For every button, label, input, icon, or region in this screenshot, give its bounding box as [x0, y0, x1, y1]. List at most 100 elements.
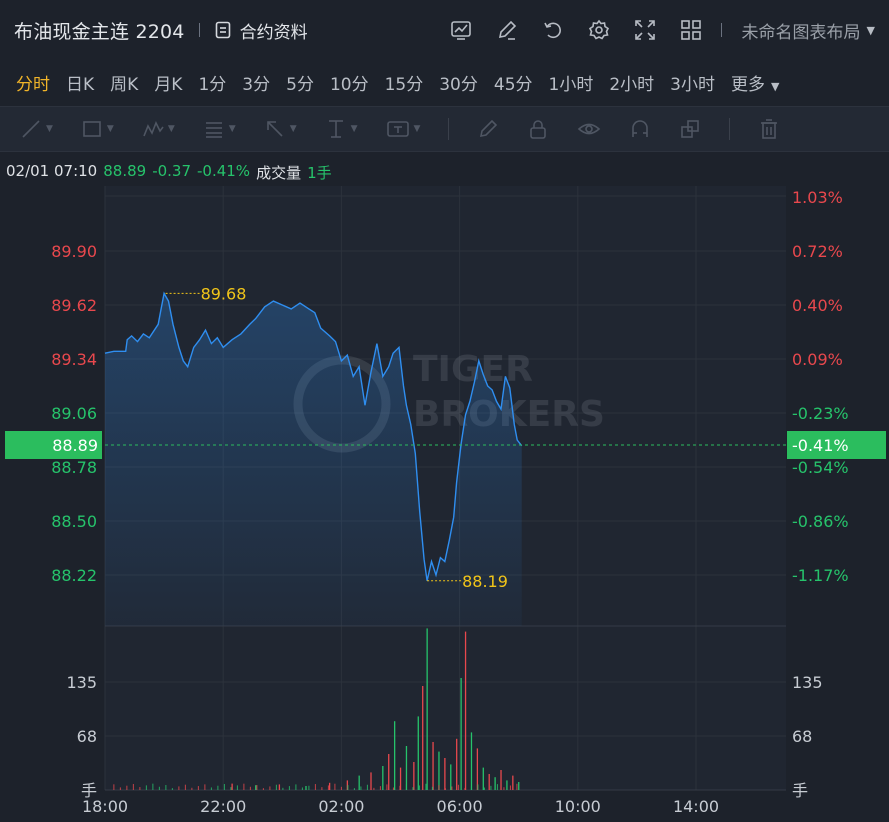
trash-icon [761, 119, 778, 139]
timeframe-tab-6[interactable]: 5分 [286, 70, 314, 95]
volume-bar [255, 785, 257, 790]
timeframe-tab-5[interactable]: 3分 [242, 70, 270, 95]
timeframe-label: 45分 [493, 74, 533, 95]
rectangle-tool[interactable]: ▼ [81, 118, 114, 140]
timeframe-tab-2[interactable]: 周K [110, 70, 138, 95]
text-tool[interactable]: ▼ [386, 118, 420, 140]
watermark-text: TIGER [413, 349, 533, 390]
volume-bar [321, 787, 323, 790]
fullscreen-button[interactable] [633, 18, 657, 42]
copy-icon [681, 120, 700, 138]
timeframe-label: 周K [110, 74, 139, 95]
timeframe-tab-7[interactable]: 10分 [330, 70, 369, 95]
current-pct-badge-text: -0.41% [792, 436, 849, 455]
document-icon [215, 21, 230, 39]
line-tool[interactable]: ▼ [20, 118, 53, 140]
volume-bar [470, 786, 472, 790]
volume-bar [139, 787, 141, 790]
volume-left-tick: 68 [77, 727, 97, 746]
timeframe-label: 15分 [384, 74, 424, 95]
brush-tool[interactable] [477, 118, 499, 140]
y-right-tick: -0.86% [792, 512, 849, 531]
volume-bar [444, 788, 446, 790]
caret-down-icon: ▼ [771, 79, 780, 93]
timeframe-label: 2小时 [609, 74, 655, 95]
volume-bar [119, 787, 121, 790]
timeframe-tab-4[interactable]: 1分 [198, 70, 226, 95]
volume-bar [512, 775, 514, 790]
contract-info-button[interactable]: 合约资料 [214, 18, 308, 43]
volume-bar [217, 785, 219, 790]
eye-icon [578, 123, 601, 135]
clone-tool[interactable] [679, 118, 701, 140]
pattern-tool[interactable]: ▼ [142, 118, 175, 140]
contract-info-label: 合约资料 [239, 22, 308, 43]
y-left-tick: 88.78 [51, 458, 97, 477]
quote-price: 88.89 [103, 162, 147, 180]
volume-bar [388, 754, 390, 790]
magnet-tool[interactable] [629, 118, 651, 140]
draw-button[interactable] [495, 18, 519, 42]
volume-bar [426, 628, 428, 790]
timeframe-tab-13[interactable]: 3小时 [670, 70, 715, 95]
layout-dropdown[interactable]: 未命名图表布局 ▼ [742, 18, 875, 43]
volume-bar [506, 780, 508, 790]
volume-bar [334, 783, 336, 790]
volume-bar [165, 785, 167, 790]
x-axis-tick: 18:00 [82, 797, 128, 816]
volume-bar [450, 764, 452, 790]
settings-button[interactable] [587, 18, 611, 42]
quote-change: -0.37 [152, 162, 191, 180]
reset-button[interactable] [541, 18, 565, 42]
grid-layout-button[interactable] [679, 18, 703, 42]
brush-icon [480, 119, 498, 138]
volume-bar [269, 786, 271, 790]
volume-bar [308, 785, 310, 790]
timeframe-tab-0[interactable]: 分时 [16, 70, 50, 95]
timeframe-label: 更多 [731, 74, 765, 95]
delete-tool[interactable] [758, 118, 780, 140]
magnet-icon [632, 120, 649, 137]
timeframe-label: 1分 [198, 74, 227, 95]
timeframe-tab-1[interactable]: 日K [66, 70, 94, 95]
timeframe-bar: 分时 日K 周K 月K 1分 3分 5分 10分 15分 30分 45分 1小时 2小时 3小时 更多 ▼ [0, 62, 795, 102]
low-marker-label: 88.19 [462, 572, 508, 591]
quote-datetime: 02/01 07:10 [6, 162, 98, 180]
volume-bar [516, 783, 518, 790]
visibility-tool[interactable] [577, 118, 601, 140]
intraday-chart[interactable]: TIGERBROKERS89.6888.1989.9089.6289.3489.… [0, 186, 889, 822]
volume-bar [282, 787, 284, 790]
volume-bar [476, 748, 479, 790]
volume-bar [230, 787, 232, 790]
timeframe-tab-3[interactable]: 月K [154, 70, 182, 95]
timeframe-tab-12[interactable]: 2小时 [609, 70, 654, 95]
volume-right-tick: 68 [792, 727, 812, 746]
timeframe-tab-14[interactable]: 更多 ▼ [731, 70, 779, 95]
fib-tool[interactable]: ▼ [203, 118, 236, 140]
volume-bar [503, 787, 505, 790]
timeframe-tab-10[interactable]: 45分 [494, 70, 533, 95]
timeframe-tab-9[interactable]: 30分 [439, 70, 478, 95]
timeframe-tab-11[interactable]: 1小时 [549, 70, 594, 95]
volume-bar [327, 785, 329, 790]
volume-bar [152, 783, 154, 790]
volume-bar [328, 782, 331, 790]
volume-bar [305, 786, 307, 790]
timeframe-label: 分时 [16, 74, 50, 95]
volume-bar [392, 787, 394, 790]
lock-tool[interactable] [527, 118, 549, 140]
volume-bar [262, 788, 264, 790]
measure-tool[interactable]: ▼ [325, 118, 358, 140]
text-tool-icon [386, 121, 409, 137]
arrow-tool[interactable]: ▼ [264, 118, 297, 140]
volume-bar [184, 784, 186, 790]
timeframe-tab-8[interactable]: 15分 [385, 70, 424, 95]
volume-bar [295, 784, 297, 790]
y-right-tick: 0.09% [792, 350, 843, 369]
volume-bar [366, 784, 368, 790]
volume-bar [482, 767, 484, 790]
indicator-button[interactable] [449, 18, 473, 42]
volume-bar [386, 784, 388, 790]
volume-bar [490, 785, 492, 790]
y-right-tick: -1.17% [792, 566, 849, 585]
